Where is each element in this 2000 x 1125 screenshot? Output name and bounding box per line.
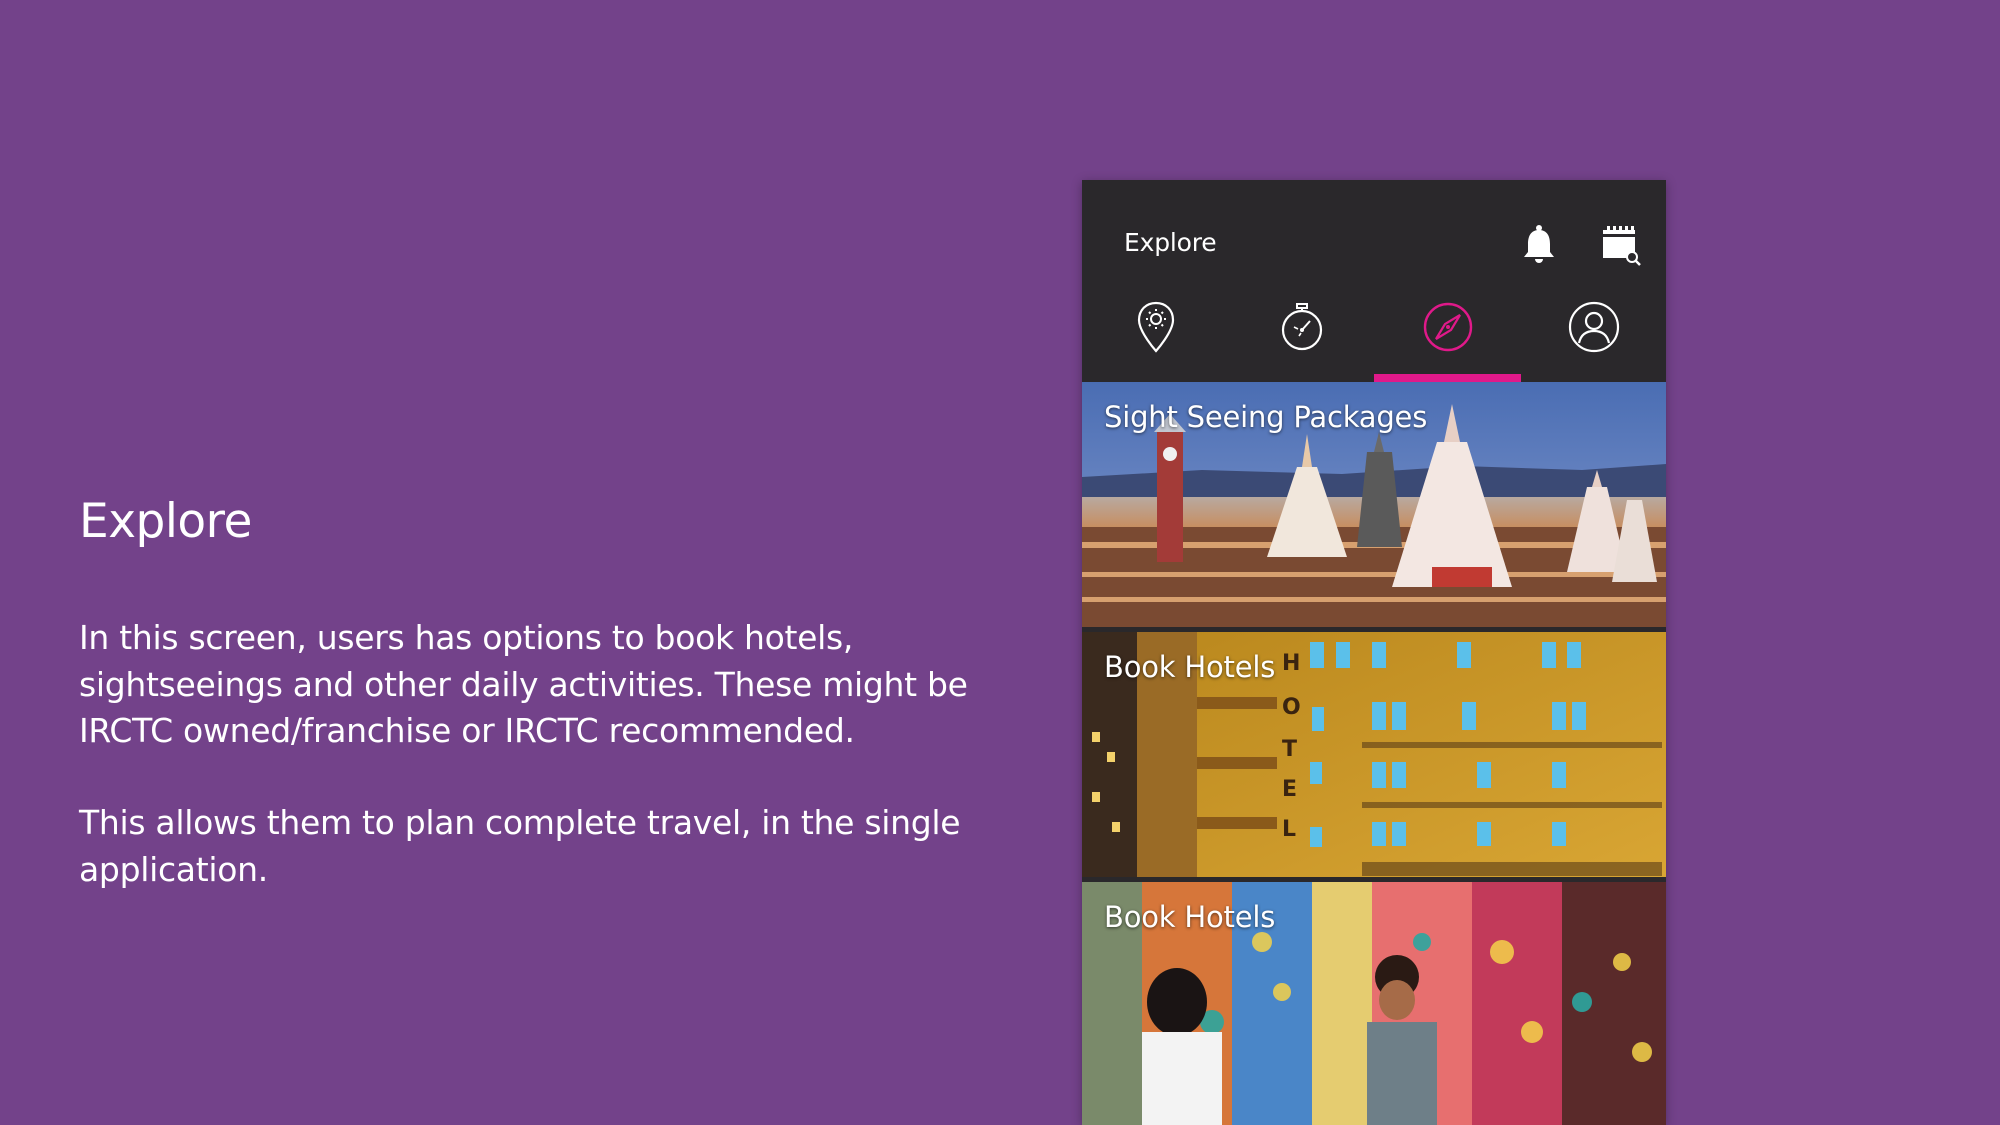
tab-profile[interactable] [1564, 297, 1624, 357]
tab-explore[interactable] [1418, 297, 1478, 357]
user-icon [1568, 301, 1620, 353]
svg-text:H: H [1282, 651, 1300, 676]
svg-text:O: O [1282, 695, 1301, 720]
tab-timer[interactable] [1272, 297, 1332, 357]
location-pin-icon [1137, 301, 1175, 353]
phone-screen: Explore Sight Seeing Packages H O T E L … [1082, 180, 1666, 1125]
description-paragraph: This allows them to plan complete travel… [79, 803, 961, 889]
bell-icon[interactable] [1522, 224, 1556, 264]
svg-text:E: E [1282, 777, 1297, 802]
tab-location[interactable] [1126, 297, 1186, 357]
sightseeing-card[interactable]: Sight Seeing Packages [1082, 382, 1666, 627]
active-tab-indicator [1374, 374, 1521, 382]
hotel-card[interactable]: H O T E L Book Hotels [1082, 632, 1666, 877]
stopwatch-icon [1281, 303, 1323, 351]
description-paragraph: In this screen, users has options to boo… [79, 618, 968, 750]
activities-card[interactable]: Book Hotels [1082, 882, 1666, 1125]
card-label: Book Hotels [1104, 900, 1276, 934]
app-title: Explore [1124, 228, 1217, 257]
svg-text:T: T [1282, 737, 1297, 762]
svg-text:L: L [1282, 817, 1296, 842]
slide-title: Explore [79, 494, 252, 549]
compass-icon [1423, 302, 1473, 352]
card-label: Sight Seeing Packages [1104, 400, 1428, 434]
card-label: Book Hotels [1104, 650, 1276, 684]
calendar-search-icon[interactable] [1601, 224, 1641, 266]
